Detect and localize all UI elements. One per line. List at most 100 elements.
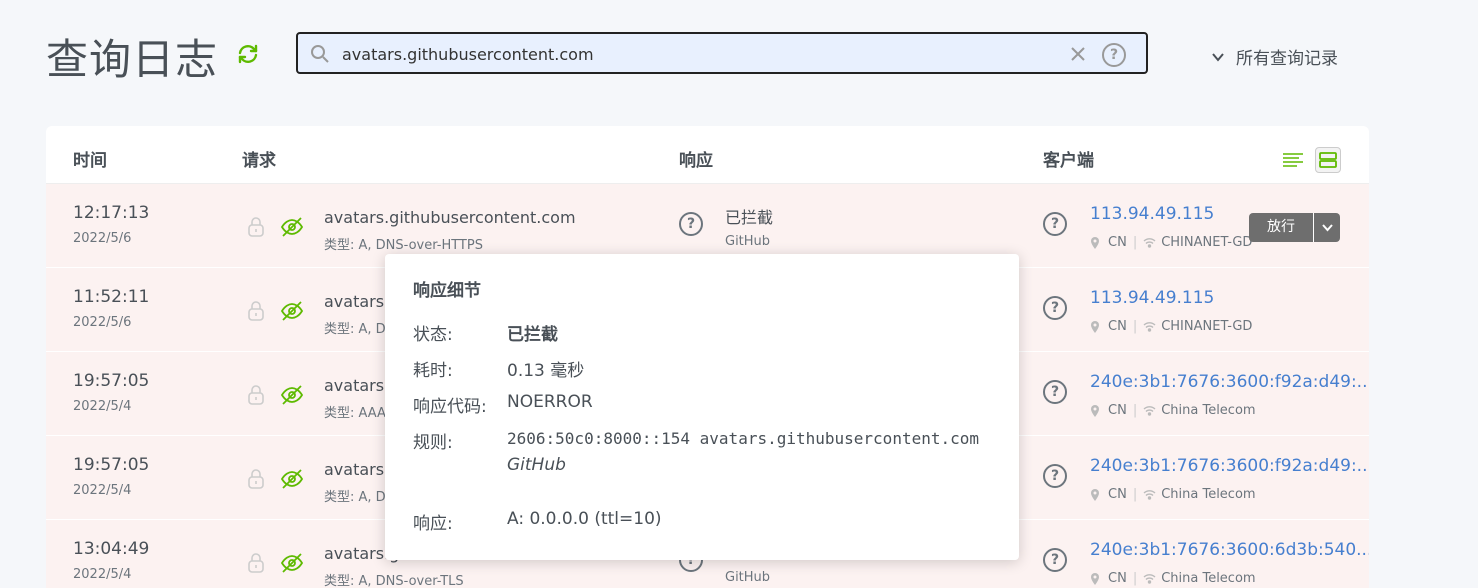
row-type: 类型: AAA (324, 406, 386, 421)
row-client-ip[interactable]: 240e:3b1:7676:3600:f92a:d49:... (1090, 372, 1369, 392)
question-icon[interactable]: ? (679, 212, 703, 236)
row-type: 类型: A, DNS-over-HTTPS (324, 238, 483, 253)
allow-button[interactable]: 放行 (1249, 213, 1313, 242)
row-network: China Telecom (1161, 403, 1256, 418)
row-country: CN (1108, 571, 1127, 586)
row-network: CHINANET-GD (1161, 235, 1253, 250)
lock-icon (248, 469, 264, 489)
table-header: 时间 请求 响应 客户端 (46, 126, 1369, 184)
row-client-ip[interactable]: 240e:3b1:7676:3600:6d3b:540... (1090, 540, 1369, 560)
row-country: CN (1108, 487, 1127, 502)
header-response: 响应 (679, 151, 713, 171)
answer-value: A: 0.0.0.0 (ttl=10) (507, 509, 662, 529)
header-request: 请求 (242, 151, 276, 171)
row-client-ip[interactable]: 113.94.49.115 (1090, 288, 1214, 308)
row-client-ip[interactable]: 240e:3b1:7676:3600:f92a:d49:... (1090, 456, 1369, 476)
row-time: 12:17:13 (73, 203, 150, 223)
row-date: 2022/5/6 (73, 231, 132, 246)
chevron-down-icon (1212, 52, 1224, 62)
location-pin-icon (1091, 572, 1099, 585)
row-client-geo: CN | CHINANET-GD (1090, 235, 1252, 250)
row-domain: avatars.githubusercontent.com (324, 208, 576, 227)
eye-off-icon (280, 469, 304, 489)
popover-title: 响应细节 (413, 281, 481, 301)
row-time: 19:57:05 (73, 455, 150, 475)
row-response: 已拦截 (725, 208, 774, 227)
detailed-view-button[interactable] (1315, 147, 1341, 173)
header-client: 客户端 (1043, 151, 1094, 171)
answer-label: 响应: (413, 514, 453, 534)
wifi-icon (1143, 406, 1156, 416)
refresh-icon[interactable] (236, 42, 260, 66)
row-network: CHINANET-GD (1161, 319, 1253, 334)
question-icon[interactable]: ? (1043, 296, 1067, 320)
row-date: 2022/5/6 (73, 315, 132, 330)
row-country: CN (1108, 235, 1127, 250)
row-country: CN (1108, 319, 1127, 334)
response-code-value: NOERROR (507, 392, 593, 412)
rule-label: 规则: (413, 433, 453, 453)
filter-dropdown[interactable]: 所有查询记录 (1210, 44, 1338, 69)
row-client-geo: CN | China Telecom (1090, 571, 1256, 586)
lock-icon (248, 301, 264, 321)
question-icon[interactable]: ? (1043, 212, 1067, 236)
detailed-view-icon (1319, 152, 1337, 168)
location-pin-icon (1091, 404, 1099, 417)
question-icon[interactable]: ? (1043, 464, 1067, 488)
elapsed-value: 0.13 毫秒 (507, 361, 585, 381)
row-response-sub: GitHub (725, 234, 771, 249)
question-icon[interactable]: ? (1043, 380, 1067, 404)
row-date: 2022/5/4 (73, 567, 132, 582)
row-time: 11:52:11 (73, 287, 150, 307)
row-time: 13:04:49 (73, 539, 150, 559)
eye-off-icon (280, 217, 304, 237)
wifi-icon (1143, 238, 1156, 248)
allow-button-group: 放行 (1249, 213, 1340, 242)
row-client-ip[interactable]: 113.94.49.115 (1090, 204, 1214, 224)
rule-source: GitHub (507, 455, 566, 475)
help-icon[interactable]: ? (1102, 43, 1126, 67)
row-time: 19:57:05 (73, 371, 150, 391)
chevron-down-icon (1322, 224, 1333, 232)
row-network: China Telecom (1161, 487, 1256, 502)
response-details-popover: 响应细节 状态: 已拦截 耗时: 0.13 毫秒 响应代码: NOERROR 规… (385, 254, 1019, 560)
search-input[interactable] (342, 42, 1042, 66)
row-client-geo: CN | CHINANET-GD (1090, 319, 1252, 334)
separator: | (1132, 487, 1138, 502)
row-client-geo: CN | China Telecom (1090, 487, 1256, 502)
lock-icon (248, 553, 264, 573)
row-network: China Telecom (1161, 571, 1256, 586)
row-date: 2022/5/4 (73, 399, 132, 414)
lock-icon (248, 385, 264, 405)
wifi-icon (1143, 490, 1156, 500)
eye-off-icon (280, 301, 304, 321)
question-icon[interactable]: ? (1043, 548, 1067, 572)
separator: | (1132, 571, 1138, 586)
row-country: CN (1108, 403, 1127, 418)
clear-icon[interactable] (1068, 44, 1088, 64)
rule-value: 2606:50c0:8000::154 avatars.githubuserco… (507, 429, 980, 448)
compact-view-icon[interactable] (1280, 147, 1306, 173)
separator: | (1132, 319, 1138, 334)
status-value: 已拦截 (507, 325, 558, 345)
eye-off-icon (280, 385, 304, 405)
status-label: 状态: (413, 325, 453, 345)
allow-dropdown-button[interactable] (1313, 213, 1340, 242)
wifi-icon (1143, 322, 1156, 332)
location-pin-icon (1091, 236, 1099, 249)
search-icon (311, 45, 329, 63)
header-time: 时间 (73, 151, 107, 171)
page-title: 查询日志 (46, 35, 219, 84)
row-client-geo: CN | China Telecom (1090, 403, 1256, 418)
eye-off-icon (280, 553, 304, 573)
elapsed-label: 耗时: (413, 361, 453, 381)
row-type: 类型: A, D (324, 322, 386, 337)
row-type: 类型: A, DNS-over-TLS (324, 574, 464, 588)
location-pin-icon (1091, 488, 1099, 501)
filter-label: 所有查询记录 (1236, 49, 1338, 69)
row-response-sub: GitHub (725, 570, 771, 585)
row-date: 2022/5/4 (73, 483, 132, 498)
lock-icon (248, 217, 264, 237)
row-type: 类型: A, D (324, 490, 386, 505)
location-pin-icon (1091, 320, 1099, 333)
